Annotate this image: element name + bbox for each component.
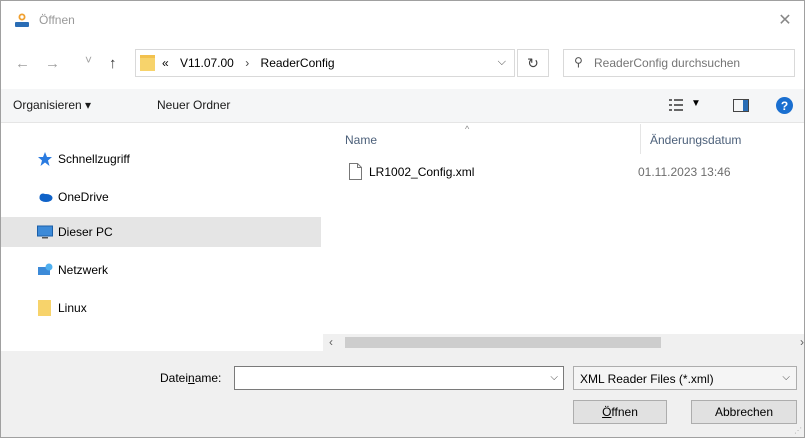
search-input[interactable] <box>594 54 789 72</box>
filename-label: Dateiname: <box>160 371 222 385</box>
sidebar-item-label: Dieser PC <box>58 225 113 239</box>
computer-icon <box>37 225 53 239</box>
search-icon: ⚲ <box>574 55 583 69</box>
breadcrumb-overflow[interactable]: « <box>162 56 169 70</box>
app-icon <box>15 13 29 27</box>
file-icon <box>349 163 362 180</box>
forward-button[interactable]: → <box>45 55 60 72</box>
back-button[interactable]: ← <box>15 55 30 72</box>
help-icon[interactable]: ? <box>776 97 793 114</box>
horizontal-scrollbar[interactable]: ‹ › <box>323 334 804 351</box>
folder-icon <box>38 300 51 316</box>
sidebar-item-quick-access[interactable]: Schnellzugriff <box>1 144 321 174</box>
file-date: 01.11.2023 13:46 <box>638 165 731 179</box>
breadcrumb-separator-icon[interactable]: › <box>245 56 249 70</box>
open-file-dialog: Öffnen ✕ ← → ˅ ↑ « V11.07.00 › ReaderCon… <box>0 0 805 438</box>
filename-combobox[interactable]: ⌵ <box>234 366 564 390</box>
chevron-down-icon[interactable]: ⌵ <box>782 372 790 383</box>
sidebar-item-label: Netzwerk <box>58 263 109 277</box>
new-folder-button[interactable]: Neuer Ordner <box>157 98 230 112</box>
chevron-down-icon[interactable]: ⌵ <box>550 372 558 383</box>
search-box[interactable]: ⚲ <box>563 49 795 77</box>
sidebar-item-linux[interactable]: Linux <box>1 293 321 323</box>
sort-ascending-icon: ^ <box>465 124 470 134</box>
navigation-pane: Schnellzugriff OneDrive Dieser PC Netzwe… <box>1 124 323 351</box>
file-name: LR1002_Config.xml <box>369 165 475 179</box>
file-row[interactable]: LR1002_Config.xml 01.11.2023 13:46 <box>323 160 804 184</box>
column-header-date[interactable]: Änderungsdatum <box>650 133 741 147</box>
filename-input[interactable] <box>238 370 538 386</box>
sidebar-item-label: OneDrive <box>58 190 109 204</box>
view-options-icon[interactable] <box>669 98 683 112</box>
view-dropdown-icon[interactable]: ▼ <box>691 98 701 109</box>
network-icon <box>38 263 53 275</box>
window-title: Öffnen <box>39 13 75 27</box>
sidebar-item-this-pc[interactable]: Dieser PC <box>1 217 321 247</box>
recent-locations-dropdown[interactable]: ˅ <box>85 53 92 67</box>
file-list: ^ Name Änderungsdatum LR1002_Config.xml … <box>323 124 804 334</box>
command-bar: Organisieren ▾ Neuer Ordner ▼ ? <box>1 89 804 123</box>
resize-grip-icon[interactable]: ⋰ <box>794 426 802 435</box>
title-bar: Öffnen ✕ <box>1 1 804 41</box>
refresh-button[interactable]: ↻ <box>517 49 549 77</box>
breadcrumb-item[interactable]: ReaderConfig <box>261 56 335 70</box>
close-button[interactable]: ✕ <box>774 9 796 31</box>
address-bar[interactable]: « V11.07.00 › ReaderConfig ⌵ <box>135 49 515 77</box>
scroll-left-icon[interactable]: ‹ <box>329 335 333 349</box>
preview-pane-icon[interactable] <box>733 99 749 112</box>
up-button[interactable]: ↑ <box>109 55 117 72</box>
folder-icon <box>140 55 155 71</box>
sidebar-item-network[interactable]: Netzwerk <box>1 255 321 285</box>
column-divider[interactable] <box>640 124 641 154</box>
star-icon <box>38 152 52 166</box>
dialog-footer: Dateiname: ⌵ XML Reader Files (*.xml) ⌵ … <box>1 351 804 437</box>
breadcrumb-item[interactable]: V11.07.00 <box>180 56 234 70</box>
address-row: ← → ˅ ↑ « V11.07.00 › ReaderConfig ⌵ ↻ ⚲ <box>1 41 804 85</box>
sidebar-item-label: Linux <box>58 301 87 315</box>
column-header-name[interactable]: Name <box>345 133 377 147</box>
sidebar-item-label: Schnellzugriff <box>58 152 130 166</box>
scroll-right-icon[interactable]: › <box>800 335 804 349</box>
filetype-select[interactable]: XML Reader Files (*.xml) ⌵ <box>573 366 797 390</box>
open-button[interactable]: Öffnen <box>573 400 667 424</box>
organize-button[interactable]: Organisieren ▾ <box>13 98 91 112</box>
scrollbar-thumb[interactable] <box>345 337 661 348</box>
cloud-icon <box>39 193 53 202</box>
sidebar-item-onedrive[interactable]: OneDrive <box>1 182 321 212</box>
cancel-button[interactable]: Abbrechen <box>691 400 797 424</box>
filetype-value: XML Reader Files (*.xml) <box>580 372 714 386</box>
address-dropdown-icon[interactable]: ⌵ <box>498 56 506 69</box>
